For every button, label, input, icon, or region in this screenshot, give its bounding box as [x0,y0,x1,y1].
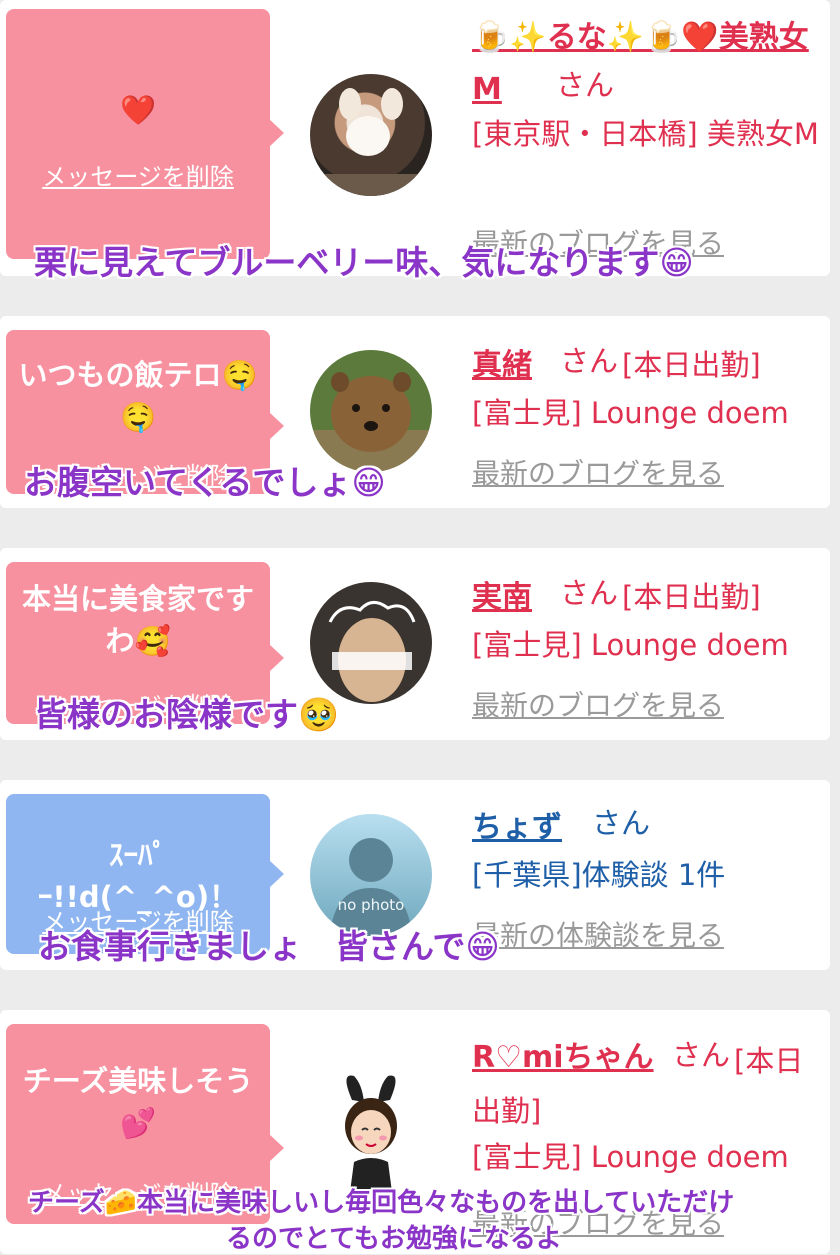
bunny-girl-illustration [345,1075,397,1192]
delete-message-link[interactable]: メッセージを削除 [6,157,270,192]
shop-info: [富士見] Lounge doem [472,628,789,662]
overlay-caption-line-1: チーズ🧀本当に美味しいし毎回色々なものを出していただけ [28,1188,735,1218]
profile-name-link[interactable]: 実南 [472,572,532,616]
status-badge: [本日出勤] [622,348,761,382]
overlay-caption: 皆様のお陰様です🥹 [34,695,340,734]
message-text: 本当に美食家ですわ🥰 [21,582,254,658]
status-badge: [本日出勤] [622,580,761,614]
message-card: ❤️ メッセージを削除 🍺✨るな✨🍺❤️美熟女M さん [東京駅・日本橋] 美熟… [0,0,830,282]
latest-blog-link[interactable]: 最新のブログを見る [472,452,724,492]
message-text: ❤️ [119,93,157,127]
message-text: いつもの飯テロ🤤🤤 [18,358,258,434]
avatar[interactable] [310,350,432,472]
message-bubble: ❤️ メッセージを削除 [6,9,270,259]
shop-info: [千葉県]体験談 1件 [472,858,726,892]
honorific: さん [556,68,615,102]
no-photo-label: no photo [337,896,405,914]
profile-name-link[interactable]: ちょず [472,802,562,846]
overlay-caption: 栗に見えてブルーベリー味、気になります😁 [34,243,694,282]
profile-name-link[interactable]: 真緒 [472,340,532,384]
message-card: ｽｰﾊﾟｰ!!d(^_^o)！ メッセージを削除 no photo ちょず さん… [0,780,830,970]
avatar[interactable] [310,74,432,196]
avatar[interactable] [310,1070,432,1192]
overlay-caption-line-2: るのでとてもお勉強になるよ [226,1224,562,1254]
avatar[interactable] [310,582,432,704]
overlay-caption: お食事行きましょ 皆さんで😁 [38,927,500,966]
shop-info: [東京駅・日本橋] 美熟女M [472,117,819,151]
honorific: さん [560,344,619,378]
message-card: いつもの飯テロ🤤🤤 メッセージを削除 真緒 さん [本日出勤] [富士見] Lo… [0,316,830,508]
avatar-photo [328,601,416,702]
person-silhouette-icon [330,838,412,936]
message-text: チーズ美味しそう💕 [22,1064,254,1140]
message-card: 本当に美食家ですわ🥰 メッセージを削除 実南 さん [本日出勤] [富士見] L… [0,548,830,740]
avatar-photo [310,372,432,472]
honorific: さん [560,576,619,610]
shop-info: [富士見] Lounge doem [472,1140,789,1174]
honorific: さん [592,806,651,840]
shop-info: [富士見] Lounge doem [472,396,789,430]
latest-review-link[interactable]: 最新の体験談を見る [472,914,724,954]
avatar[interactable]: no photo [310,814,432,936]
profile-name-link[interactable]: 🍺✨るな✨🍺❤️美熟女M [472,12,810,116]
avatar-photo [310,88,432,196]
message-card: チーズ美味しそう💕 メッセージを削除 R♡miちゃん さん [本日出勤] [富士… [0,1010,830,1254]
status-badge: [本日出勤] [472,1044,804,1128]
overlay-caption: お腹空いてくるでしょ😁 [24,463,386,502]
latest-blog-link[interactable]: 最新のブログを見る [472,684,724,724]
